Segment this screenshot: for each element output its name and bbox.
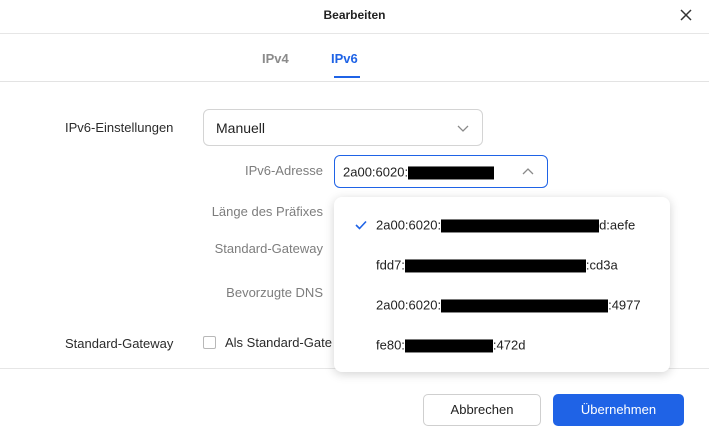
- ipv6-settings-label: IPv6-Einstellungen: [65, 120, 174, 135]
- option-suffix: :4977: [608, 297, 641, 313]
- option-suffix: d:aefe: [599, 217, 636, 233]
- dropdown-option-text: 2a00:6020: :4977: [376, 297, 641, 313]
- chevron-up-icon: [522, 167, 534, 174]
- option-suffix: :cd3a: [585, 257, 618, 273]
- ipv6-settings-value: Manuell: [216, 119, 266, 136]
- ipv6-address-prefix: 2a00:6020:: [343, 163, 409, 179]
- redacted-block: [441, 299, 609, 313]
- gateway-label: Standard-Gateway: [214, 241, 323, 256]
- ipv6-address-select[interactable]: 2a00:6020:: [334, 155, 548, 188]
- chevron-down-icon: [457, 125, 469, 132]
- redacted-block: [404, 339, 493, 353]
- default-gateway-checkbox[interactable]: [203, 336, 216, 349]
- dropdown-option[interactable]: 2a00:6020: d:aefe: [334, 205, 670, 245]
- option-prefix: 2a00:6020:: [376, 217, 442, 233]
- tab-ipv4[interactable]: IPv4: [262, 51, 289, 66]
- close-icon[interactable]: [677, 6, 695, 24]
- dropdown-option[interactable]: fe80: :472d: [334, 325, 670, 365]
- option-prefix: 2a00:6020:: [376, 297, 442, 313]
- dialog-title: Bearbeiten: [323, 8, 386, 22]
- dropdown-option-text: fdd7: :cd3a: [376, 257, 618, 273]
- option-suffix: :472d: [492, 337, 526, 353]
- redacted-block: [441, 219, 600, 233]
- tab-bar: IPv4 IPv6: [0, 34, 709, 82]
- default-gateway-checkbox-label[interactable]: Als Standard-Gateway: [225, 335, 332, 350]
- default-gateway-section-label: Standard-Gateway: [65, 336, 174, 351]
- option-prefix: fdd7:: [376, 257, 405, 273]
- redacted-block: [408, 166, 495, 180]
- dropdown-option-text: 2a00:6020: d:aefe: [376, 217, 636, 233]
- option-prefix: fe80:: [376, 337, 405, 353]
- dropdown-option[interactable]: fdd7: :cd3a: [334, 245, 670, 285]
- prefix-length-label: Länge des Präfixes: [211, 204, 323, 219]
- ipv6-address-value: 2a00:6020:: [343, 163, 495, 180]
- ipv6-settings-select[interactable]: Manuell: [203, 109, 483, 146]
- ipv6-address-label: IPv6-Adresse: [244, 163, 323, 178]
- redacted-block: [404, 259, 586, 273]
- cancel-button[interactable]: Abbrechen: [423, 394, 541, 426]
- tab-ipv6[interactable]: IPv6: [331, 51, 358, 66]
- dropdown-option-text: fe80: :472d: [376, 337, 526, 353]
- preferred-dns-label: Bevorzugte DNS: [226, 285, 323, 300]
- dialog-titlebar: Bearbeiten: [0, 0, 709, 34]
- apply-button[interactable]: Übernehmen: [553, 394, 684, 426]
- active-tab-indicator: [334, 76, 360, 78]
- dropdown-option[interactable]: 2a00:6020: :4977: [334, 285, 670, 325]
- checkmark-icon: [355, 220, 367, 230]
- ipv6-address-dropdown: 2a00:6020: d:aefe fdd7::cd3a 2a00:6020::4…: [334, 197, 670, 372]
